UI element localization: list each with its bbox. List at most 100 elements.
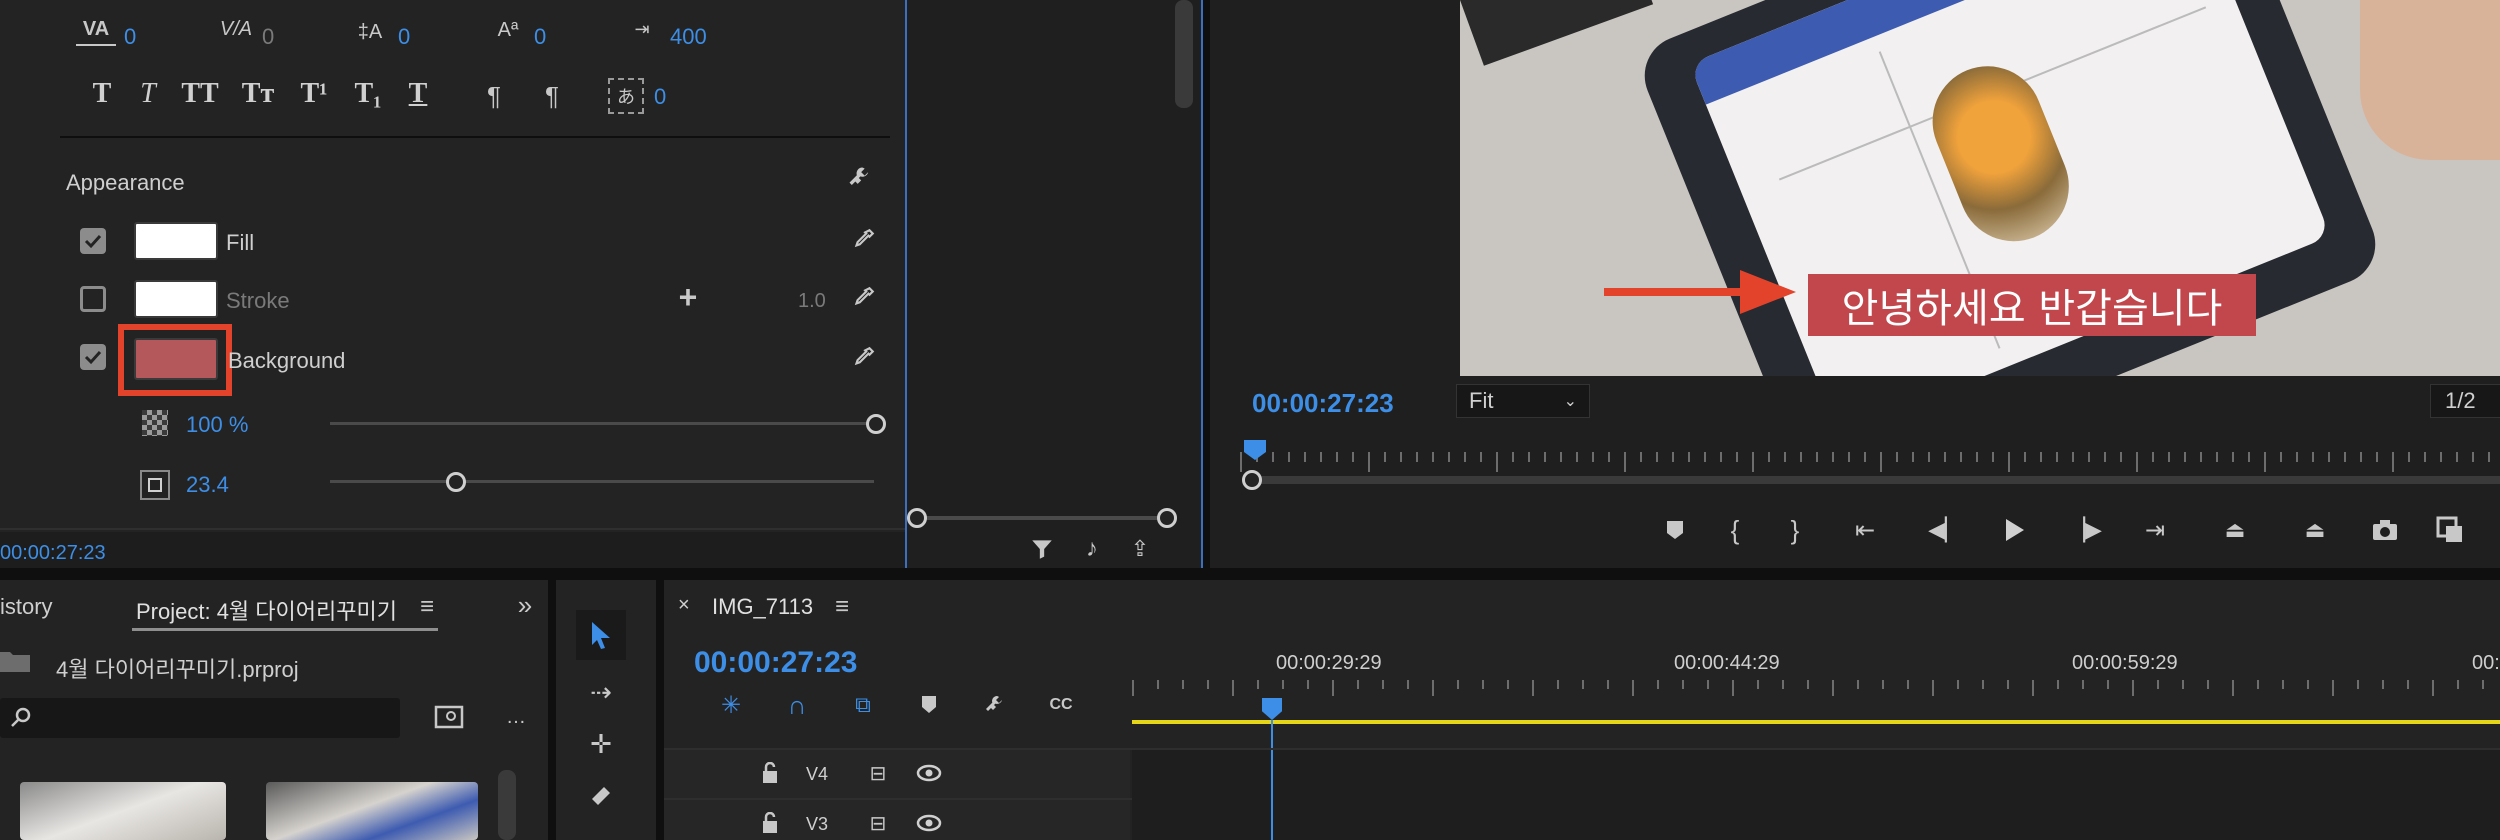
timeline-timecode[interactable]: 00:00:27:23	[694, 646, 857, 680]
tsume-value[interactable]: 0	[654, 84, 666, 110]
size-slider-track[interactable]	[330, 480, 874, 483]
panel-menu-icon[interactable]: ≡	[412, 593, 442, 620]
superscript-button[interactable]: T¹	[296, 78, 332, 114]
opacity-slider-handle[interactable]	[866, 414, 886, 434]
sync-lock-icon[interactable]: ⊟	[864, 760, 892, 786]
subscript-button[interactable]: T₁	[350, 78, 386, 114]
program-monitor: 안녕하세요 반갑습니다 00:00:27:23 Fit ⌄ 1/2 { } ⇤ …	[1210, 0, 2500, 568]
lock-icon[interactable]	[758, 760, 782, 786]
timeline-playhead[interactable]	[1262, 698, 1282, 720]
lock-icon[interactable]	[758, 810, 782, 836]
track-label[interactable]: V4	[806, 764, 828, 785]
underline-button[interactable]: T	[404, 78, 432, 114]
scroll-end-handle[interactable]	[1157, 508, 1177, 528]
sequence-tab[interactable]: IMG_7113	[712, 594, 813, 620]
nest-icon[interactable]: ✳	[698, 688, 764, 722]
fill-checkbox[interactable]	[80, 228, 106, 254]
sync-lock-icon[interactable]: ⊟	[864, 810, 892, 836]
selection-tool-icon[interactable]	[576, 610, 626, 660]
horizontal-scrollbar[interactable]	[913, 516, 1173, 520]
fill-color-swatch[interactable]	[134, 222, 218, 260]
panel-menu-icon[interactable]: ≡	[828, 593, 856, 620]
mark-in-icon[interactable]: {	[1700, 510, 1770, 550]
tracking-value[interactable]: 0	[262, 24, 274, 50]
tab-project[interactable]: Project: 4월 다이어리꾸미기	[136, 594, 397, 626]
size-slider-handle[interactable]	[446, 472, 466, 492]
linked-selection-icon[interactable]: ⧉	[830, 688, 896, 722]
find-bin-icon[interactable]	[432, 702, 466, 732]
small-caps-button[interactable]: Tт	[238, 78, 278, 114]
more-options-icon[interactable]: …	[504, 702, 528, 732]
rtl-paragraph-icon[interactable]: ¶	[532, 80, 572, 112]
background-size-value[interactable]: 23.4	[186, 472, 229, 498]
ripple-edit-tool-icon[interactable]: ✛	[578, 724, 624, 764]
eye-icon[interactable]	[914, 760, 944, 786]
play-icon[interactable]	[1980, 510, 2050, 550]
go-to-out-icon[interactable]: ⇥	[2120, 510, 2190, 550]
extract-icon[interactable]: ⏏	[2280, 510, 2350, 550]
project-scrollbar[interactable]	[498, 770, 516, 840]
search-input[interactable]	[0, 698, 400, 738]
resolution-dropdown[interactable]: 1/2	[2430, 384, 2500, 418]
program-timecode[interactable]: 00:00:27:23	[1252, 388, 1394, 419]
program-ruler[interactable]	[1240, 452, 2500, 472]
work-area-bar[interactable]	[1132, 720, 2500, 724]
ruler-tick	[1240, 452, 1242, 472]
track-area[interactable]	[1132, 750, 2500, 840]
track-label[interactable]: V3	[806, 814, 828, 835]
camera-icon[interactable]	[2350, 510, 2420, 550]
faux-bold-button[interactable]: T	[88, 78, 116, 114]
wrench-icon[interactable]	[962, 688, 1028, 722]
wrench-icon[interactable]	[844, 162, 876, 194]
thumbnail-clip-2[interactable]	[266, 782, 478, 840]
eyedropper-icon[interactable]	[848, 282, 878, 314]
zoom-bar[interactable]	[1252, 476, 2500, 484]
mark-out-icon[interactable]: }	[1770, 510, 1820, 550]
stroke-checkbox[interactable]	[80, 286, 106, 312]
add-stroke-icon[interactable]: +	[674, 279, 702, 315]
eye-icon[interactable]	[914, 810, 944, 836]
zoom-dropdown[interactable]: Fit ⌄	[1456, 384, 1590, 418]
track-select-tool-icon[interactable]: ⇢	[578, 672, 624, 712]
eg-timecode[interactable]: 00:00:27:23	[0, 542, 106, 565]
captions-icon[interactable]: CC	[1028, 688, 1094, 722]
kerning-value[interactable]: 0	[124, 24, 136, 50]
compare-view-icon[interactable]	[2420, 510, 2480, 550]
stroke-color-swatch[interactable]	[134, 280, 218, 318]
filter-icon[interactable]	[1027, 534, 1057, 564]
ruler-tick	[1982, 680, 1984, 689]
snap-icon[interactable]: ∩	[764, 688, 830, 722]
eyedropper-icon[interactable]	[848, 224, 878, 256]
razor-tool-icon[interactable]	[578, 776, 624, 816]
vertical-scrollbar[interactable]	[1175, 0, 1193, 108]
lift-icon[interactable]: ⏏	[2190, 510, 2280, 550]
eyedropper-icon[interactable]	[848, 342, 878, 374]
step-back-icon[interactable]: ◀▏	[1910, 510, 1980, 550]
background-checkbox[interactable]	[80, 344, 106, 370]
all-caps-button[interactable]: TT	[180, 78, 220, 114]
add-marker-icon[interactable]	[1650, 510, 1700, 550]
faux-italic-button[interactable]: T	[134, 78, 162, 114]
background-color-swatch[interactable]	[134, 338, 218, 380]
scroll-start-handle[interactable]	[907, 508, 927, 528]
zoom-bar-handle[interactable]	[1242, 470, 1262, 490]
zoom-value: Fit	[1469, 388, 1494, 413]
opacity-value[interactable]: 100 %	[186, 412, 248, 438]
expand-panels-icon[interactable]: »	[510, 590, 540, 620]
add-marker-icon[interactable]	[896, 688, 962, 722]
tab-history[interactable]: istory	[0, 594, 53, 620]
close-sequence-icon[interactable]: ×	[678, 594, 690, 617]
thumbnail-clip-1[interactable]	[20, 782, 226, 840]
opacity-slider-track[interactable]	[330, 422, 870, 425]
ruler-tick	[2072, 452, 2074, 462]
ltr-paragraph-icon[interactable]: ¶	[474, 80, 514, 112]
leading-value[interactable]: 0	[398, 24, 410, 50]
audio-icon[interactable]: ♪	[1077, 534, 1107, 564]
timeline-ruler[interactable]: 00:00:29:29 00:00:44:29 00:00:59:29 00:0	[1132, 620, 2500, 708]
go-to-in-icon[interactable]: ⇤	[1820, 510, 1910, 550]
tab-width-value[interactable]: 400	[670, 24, 707, 50]
step-forward-icon[interactable]: ▕▶	[2050, 510, 2120, 550]
stroke-width-value[interactable]: 1.0	[798, 290, 826, 313]
export-icon[interactable]: ⇪	[1125, 534, 1155, 564]
baseline-shift-value[interactable]: 0	[534, 24, 546, 50]
